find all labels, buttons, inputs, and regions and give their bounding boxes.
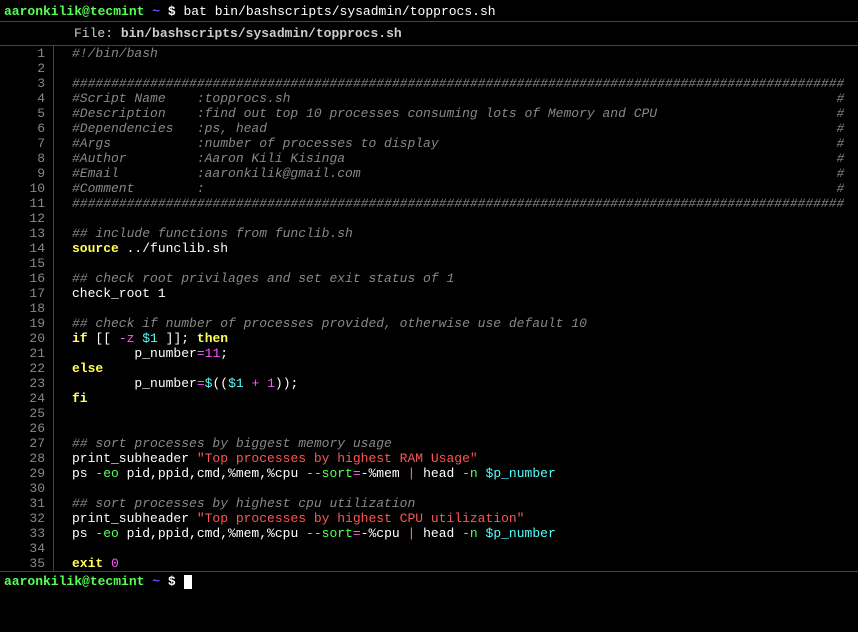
code-lines: #!/bin/bash ############################… [54,46,858,571]
code-line: #Dependencies :ps, head # [72,121,858,136]
code-line: ########################################… [72,196,858,211]
entered-command: bat bin/bashscripts/sysadmin/topprocs.sh [184,4,496,19]
code-line [72,541,858,556]
line-number: 26 [0,421,45,436]
prompt-line-1: aaronkilik@tecmint ~ $ bat bin/bashscrip… [0,2,858,21]
code-line: print_subheader "Top processes by highes… [72,511,858,526]
code-line: #Script Name :topprocs.sh # [72,91,858,106]
line-number: 9 [0,166,45,181]
code-line: ## sort processes by biggest memory usag… [72,436,858,451]
code-line [72,256,858,271]
line-number: 24 [0,391,45,406]
code-line: else [72,361,858,376]
line-number: 3 [0,76,45,91]
line-number: 13 [0,226,45,241]
code-line [72,481,858,496]
code-line: #Args :number of processes to display # [72,136,858,151]
user-host: aaronkilik@tecmint [4,4,144,19]
code-line [72,211,858,226]
line-number: 35 [0,556,45,571]
cwd: ~ [152,4,160,19]
code-line: ## check if number of processes provided… [72,316,858,331]
line-number: 21 [0,346,45,361]
line-number: 34 [0,541,45,556]
line-number: 12 [0,211,45,226]
code-line: fi [72,391,858,406]
code-line [72,406,858,421]
line-number: 14 [0,241,45,256]
line-number: 23 [0,376,45,391]
prompt-line-2[interactable]: aaronkilik@tecmint ~ $ [0,572,858,591]
line-number: 18 [0,301,45,316]
code-line: ## sort processes by highest cpu utiliza… [72,496,858,511]
file-label: File: [74,26,113,41]
line-number: 15 [0,256,45,271]
line-number: 10 [0,181,45,196]
code-line: ps -eo pid,ppid,cmd,%mem,%cpu --sort=-%m… [72,466,858,481]
code-line: ps -eo pid,ppid,cmd,%mem,%cpu --sort=-%c… [72,526,858,541]
line-number: 32 [0,511,45,526]
line-number: 33 [0,526,45,541]
line-number: 20 [0,331,45,346]
line-number: 16 [0,271,45,286]
line-number: 4 [0,91,45,106]
line-number: 27 [0,436,45,451]
cwd: ~ [152,574,160,589]
line-number: 28 [0,451,45,466]
line-number: 5 [0,106,45,121]
code-line: exit 0 [72,556,858,571]
file-header: File: bin/bashscripts/sysadmin/topprocs.… [0,21,858,46]
code-line [72,61,858,76]
cursor [184,575,192,589]
line-number: 6 [0,121,45,136]
code-line: p_number=11; [72,346,858,361]
code-line: #Author :Aaron Kili Kisinga # [72,151,858,166]
line-number: 31 [0,496,45,511]
code-line: check_root 1 [72,286,858,301]
code-line: ## include functions from funclib.sh [72,226,858,241]
prompt-symbol: $ [168,574,176,589]
line-number: 29 [0,466,45,481]
code-line [72,301,858,316]
line-number: 17 [0,286,45,301]
code-line: ## check root privilages and set exit st… [72,271,858,286]
line-number: 22 [0,361,45,376]
file-path: bin/bashscripts/sysadmin/topprocs.sh [121,26,402,41]
line-number: 19 [0,316,45,331]
prompt-symbol: $ [168,4,176,19]
code-line: ########################################… [72,76,858,91]
line-number: 1 [0,46,45,61]
line-number: 11 [0,196,45,211]
code-line: #Email :aaronkilik@gmail.com # [72,166,858,181]
terminal[interactable]: aaronkilik@tecmint ~ $ bat bin/bashscrip… [0,0,858,593]
code-line: if [[ -z $1 ]]; then [72,331,858,346]
code-viewer: 1234567891011121314151617181920212223242… [0,46,858,571]
user-host: aaronkilik@tecmint [4,574,144,589]
code-line: #!/bin/bash [72,46,858,61]
line-number: 7 [0,136,45,151]
line-number: 30 [0,481,45,496]
line-number: 8 [0,151,45,166]
line-number-gutter: 1234567891011121314151617181920212223242… [0,46,54,571]
code-line: p_number=$(($1 + 1)); [72,376,858,391]
code-line [72,421,858,436]
line-number: 2 [0,61,45,76]
line-number: 25 [0,406,45,421]
code-line: #Comment : # [72,181,858,196]
code-line: source ../funclib.sh [72,241,858,256]
code-line: print_subheader "Top processes by highes… [72,451,858,466]
code-line: #Description :find out top 10 processes … [72,106,858,121]
